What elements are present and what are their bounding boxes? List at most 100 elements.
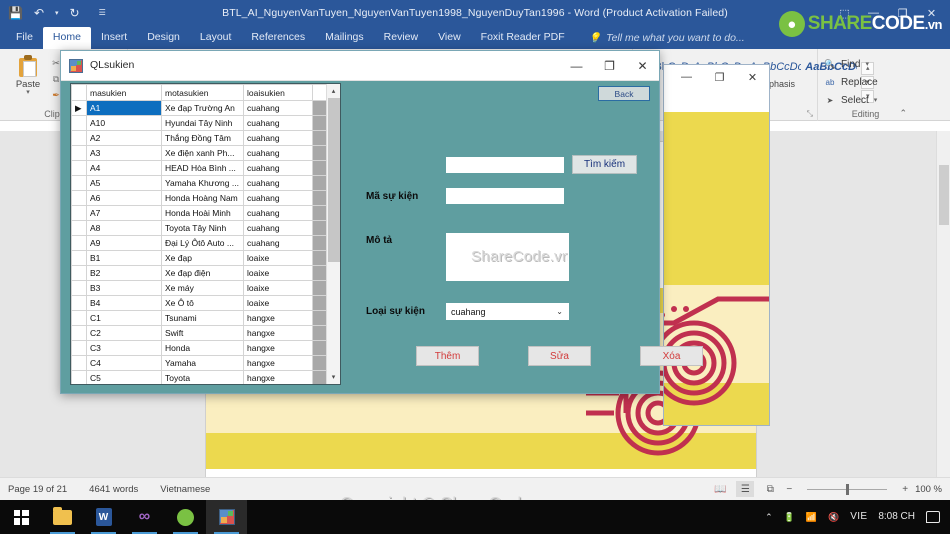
scroll-up-icon[interactable]: ▴ (327, 84, 340, 98)
cell-motasukien[interactable]: Xe Ô tô (161, 295, 244, 311)
paste-button[interactable]: Paste ▾ (6, 52, 50, 103)
tab-view[interactable]: View (428, 27, 471, 49)
table-row[interactable]: A7 Honda Hoài Minh cuahang (71, 205, 328, 221)
cell-motasukien[interactable]: Xe máy (161, 280, 244, 296)
cell-masukien[interactable]: A10 (86, 115, 162, 131)
zoom-slider-handle[interactable] (846, 483, 850, 495)
cell-motasukien[interactable]: Thắng Đồng Tâm (161, 130, 244, 146)
table-row[interactable]: A5 Yamaha Khương ... cuahang (71, 175, 328, 191)
row-selector-cell[interactable] (71, 310, 87, 326)
zoom-level-label[interactable]: 100 % (915, 484, 942, 495)
back-button[interactable]: Back (598, 86, 650, 101)
table-row[interactable]: C2 Swift hangxe (71, 325, 328, 341)
minimize-icon[interactable]: — (670, 65, 703, 89)
delete-button[interactable]: Xóa (640, 346, 703, 366)
column-header-motasukien[interactable]: motasukien (161, 84, 244, 101)
cell-masukien[interactable]: A4 (86, 160, 162, 176)
show-hidden-icons-icon[interactable]: ⌃ (765, 512, 773, 522)
cell-loaisukien[interactable]: loaixe (243, 295, 313, 311)
tab-mailings[interactable]: Mailings (315, 27, 374, 49)
cell-motasukien[interactable]: Honda Hoàng Nam (161, 190, 244, 206)
dialog-title-bar[interactable]: QLsukien — ❐ ✕ (61, 51, 659, 81)
styles-dialog-launcher-icon[interactable]: ⤡ (807, 109, 813, 119)
status-language[interactable]: Vietnamese (160, 484, 210, 495)
cell-motasukien[interactable]: Toyota (161, 370, 244, 384)
table-row[interactable]: A3 Xe điện xanh Ph... cuahang (71, 145, 328, 161)
table-row[interactable]: C1 Tsunami hangxe (71, 310, 328, 326)
row-selector-cell[interactable] (71, 205, 87, 221)
scrollbar-thumb[interactable] (939, 165, 949, 225)
dialog-window-controls[interactable]: — ❐ ✕ (560, 51, 659, 80)
cell-loaisukien[interactable]: cuahang (243, 160, 313, 176)
table-row[interactable]: C3 Honda hangxe (71, 340, 328, 356)
cell-loaisukien[interactable]: cuahang (243, 205, 313, 221)
row-selector-cell[interactable] (71, 130, 87, 146)
taskbar-file-explorer[interactable] (42, 500, 83, 534)
start-button[interactable] (0, 500, 42, 534)
cell-motasukien[interactable]: Honda (161, 340, 244, 356)
sukien-data-grid[interactable]: masukien motasukien loaisukien ▶ A1 Xe đạp… (70, 83, 341, 385)
cell-masukien[interactable]: A2 (86, 130, 162, 146)
chevron-down-icon[interactable]: ▾ (874, 96, 878, 104)
cell-motasukien[interactable]: Hyundai Tây Ninh (161, 115, 244, 131)
row-selector-cell[interactable] (71, 340, 87, 356)
row-selector-cell[interactable] (71, 295, 87, 311)
table-row[interactable]: A9 Đại Lý Ôtô Auto ... cuahang (71, 235, 328, 251)
tab-layout[interactable]: Layout (190, 27, 242, 49)
select-button[interactable]: ➤ Select ▾ (824, 91, 907, 109)
taskbar-green-app[interactable] (165, 500, 206, 534)
table-row[interactable]: B4 Xe Ô tô loaixe (71, 295, 328, 311)
minimize-icon[interactable]: — (859, 0, 888, 26)
cell-masukien[interactable]: A1 (86, 100, 162, 116)
tab-file[interactable]: File (6, 27, 43, 49)
cell-loaisukien[interactable]: loaixe (243, 265, 313, 281)
table-row[interactable]: A4 HEAD Hòa Bình ... cuahang (71, 160, 328, 176)
find-button[interactable]: 🔍 Find ▾ (824, 55, 907, 73)
cell-masukien[interactable]: B4 (86, 295, 162, 311)
cell-masukien[interactable]: A6 (86, 190, 162, 206)
zoom-out-button[interactable]: − (786, 484, 792, 495)
restore-icon[interactable]: ❐ (888, 0, 917, 26)
ribbon-tab-strip[interactable]: File Home Insert Design Layout Reference… (0, 26, 950, 49)
ma-su-kien-input[interactable] (446, 188, 564, 204)
taskbar-qlsukien[interactable] (206, 500, 247, 534)
cell-loaisukien[interactable]: hangxe (243, 340, 313, 356)
collapse-ribbon-icon[interactable]: ⌃ (899, 108, 907, 119)
cell-motasukien[interactable]: HEAD Hòa Bình ... (161, 160, 244, 176)
cell-loaisukien[interactable]: hangxe (243, 370, 313, 384)
add-button[interactable]: Thêm (416, 346, 479, 366)
tab-references[interactable]: References (241, 27, 315, 49)
taskbar-visual-studio[interactable]: ∞ (124, 500, 165, 534)
cell-loaisukien[interactable]: cuahang (243, 235, 313, 251)
row-selector-cell[interactable] (71, 265, 87, 281)
cell-masukien[interactable]: C1 (86, 310, 162, 326)
cell-motasukien[interactable]: Yamaha Khương ... (161, 175, 244, 191)
cell-masukien[interactable]: A5 (86, 175, 162, 191)
status-word-count[interactable]: 4641 words (89, 484, 138, 495)
column-header-masukien[interactable]: masukien (86, 84, 162, 101)
web-layout-icon[interactable]: ⧉ (761, 481, 779, 497)
ribbon-display-options-icon[interactable]: ⬚ (830, 0, 859, 26)
zoom-slider[interactable] (799, 482, 895, 496)
maximize-icon[interactable]: ❐ (703, 65, 736, 89)
table-row[interactable]: A2 Thắng Đồng Tâm cuahang (71, 130, 328, 146)
document-vertical-scrollbar[interactable] (936, 131, 950, 477)
row-selector-cell[interactable] (71, 355, 87, 371)
cell-motasukien[interactable]: Đại Lý Ôtô Auto ... (161, 235, 244, 251)
table-row[interactable]: A10 Hyundai Tây Ninh cuahang (71, 115, 328, 131)
tab-insert[interactable]: Insert (91, 27, 137, 49)
mo-ta-input[interactable]: ShareCode.vn (446, 233, 569, 281)
zoom-in-button[interactable]: + (902, 484, 908, 495)
language-indicator[interactable]: VIE (850, 512, 867, 522)
row-selector-cell[interactable]: ▶ (71, 100, 87, 116)
cell-masukien[interactable]: C2 (86, 325, 162, 341)
row-selector-cell[interactable] (71, 250, 87, 266)
cell-masukien[interactable]: A7 (86, 205, 162, 221)
row-selector-cell[interactable] (71, 280, 87, 296)
cell-masukien[interactable]: A9 (86, 235, 162, 251)
minimize-icon[interactable]: — (560, 51, 593, 80)
row-selector-cell[interactable] (71, 160, 87, 176)
cell-masukien[interactable]: C3 (86, 340, 162, 356)
tab-review[interactable]: Review (374, 27, 428, 49)
row-selector-cell[interactable] (71, 115, 87, 131)
